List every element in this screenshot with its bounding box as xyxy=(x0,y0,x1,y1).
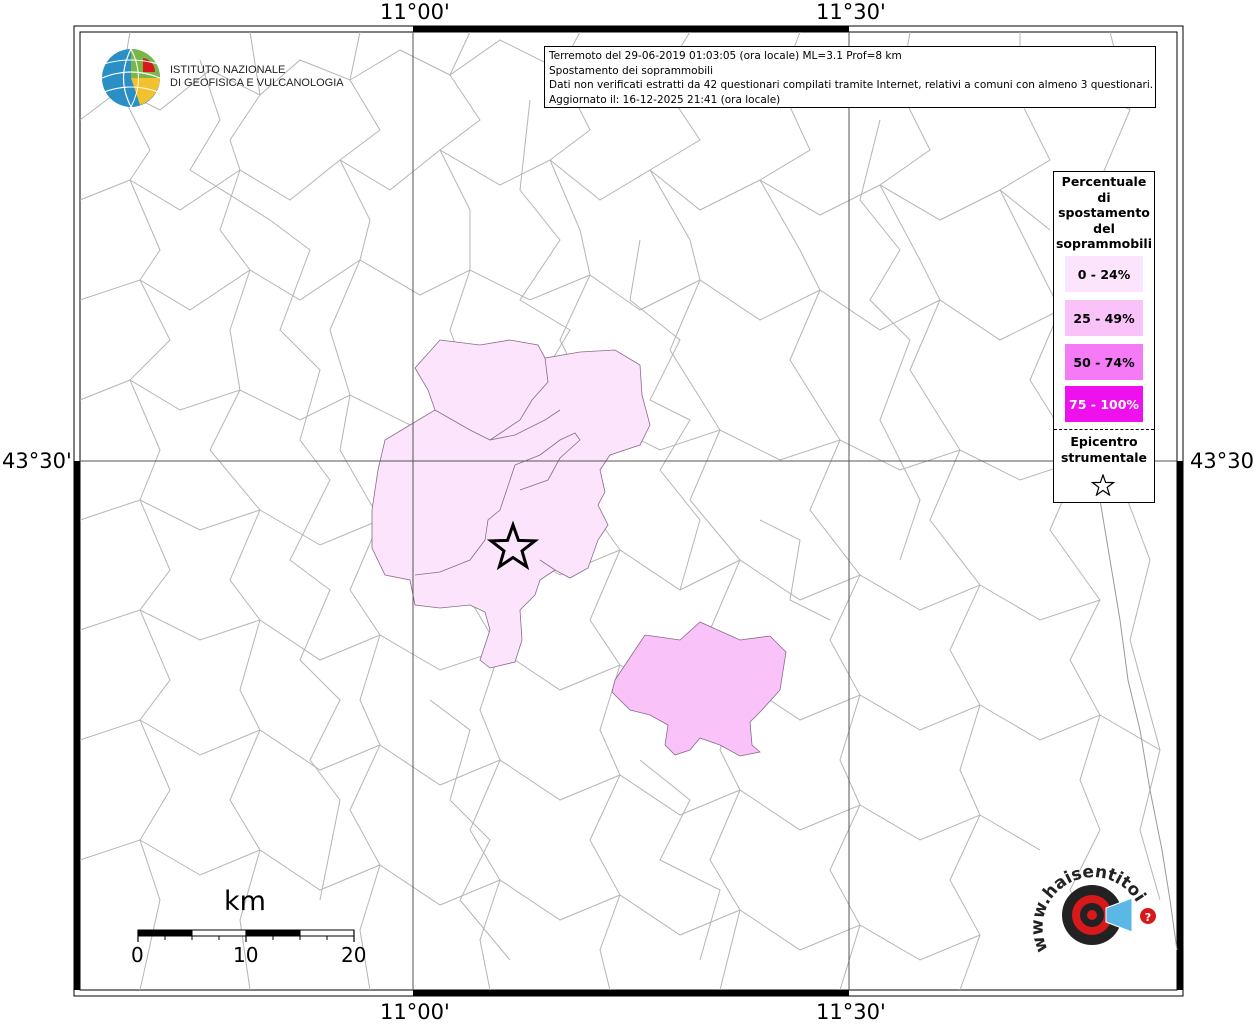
lon-label-bottom-2: 11°30' xyxy=(816,1000,886,1024)
legend-title: Percentuale di spostamento del soprammob… xyxy=(1054,174,1154,252)
legend-title-line: di xyxy=(1097,189,1111,205)
legend-class-2: 50 - 74% xyxy=(1065,344,1143,380)
scale-tick-20: 20 xyxy=(341,943,367,967)
legend-class-0: 0 - 24% xyxy=(1065,256,1143,292)
legend-title-line: soprammobili xyxy=(1055,236,1152,251)
ingv-line2: DI GEOFISICA E VULCANOLOGIA xyxy=(170,76,344,89)
map-subject: Spostamento dei soprammobili xyxy=(549,64,713,77)
event-info-box: Terremoto del 29-06-2019 01:03:05 (ora l… xyxy=(544,46,1156,108)
lat-label-left: 43°30' xyxy=(2,449,72,473)
scale-tick-10: 10 xyxy=(233,943,259,967)
legend-class-1: 25 - 49% xyxy=(1065,300,1143,336)
event-title: Terremoto del 29-06-2019 01:03:05 (ora l… xyxy=(549,50,902,62)
legend-star-icon xyxy=(1091,474,1115,496)
lon-label-bottom-1: 11°00' xyxy=(380,1000,450,1024)
ingv-globe-icon xyxy=(101,48,161,108)
map-canvas[interactable]: ? www.haisentitoilterremoto.it xyxy=(0,0,1256,1024)
data-note: Dati non verificati estratti da 42 quest… xyxy=(549,79,1154,92)
legend-epicenter-line: strumentale xyxy=(1060,449,1148,465)
scale-unit: km xyxy=(224,886,266,917)
legend-epicenter-line: Epicentro xyxy=(1070,434,1138,449)
legend-epicenter-label: Epicentro strumentale xyxy=(1054,434,1154,465)
legend-divider xyxy=(1054,429,1154,430)
ingv-line1: ISTITUTO NAZIONALE xyxy=(170,64,286,76)
lon-label-top-2: 11°30' xyxy=(816,0,886,24)
legend-title-line: spostamento xyxy=(1058,205,1150,220)
legend-title-line: Percentuale xyxy=(1061,174,1147,189)
scale-tick-0: 0 xyxy=(131,943,144,967)
svg-text:?: ? xyxy=(1145,911,1151,924)
legend-title-line: del xyxy=(1093,220,1115,236)
lat-label-right: 43°30' xyxy=(1190,449,1256,473)
lon-label-top-1: 11°00' xyxy=(380,0,450,24)
legend-class-3: 75 - 100% xyxy=(1065,386,1143,422)
ingv-logo-text: ISTITUTO NAZIONALE DI GEOFISICA E VULCAN… xyxy=(170,64,344,89)
legend: Percentuale di spostamento del soprammob… xyxy=(1053,171,1155,503)
updated-timestamp: Aggiornato il: 16-12-2025 21:41 (ora loc… xyxy=(549,93,781,106)
